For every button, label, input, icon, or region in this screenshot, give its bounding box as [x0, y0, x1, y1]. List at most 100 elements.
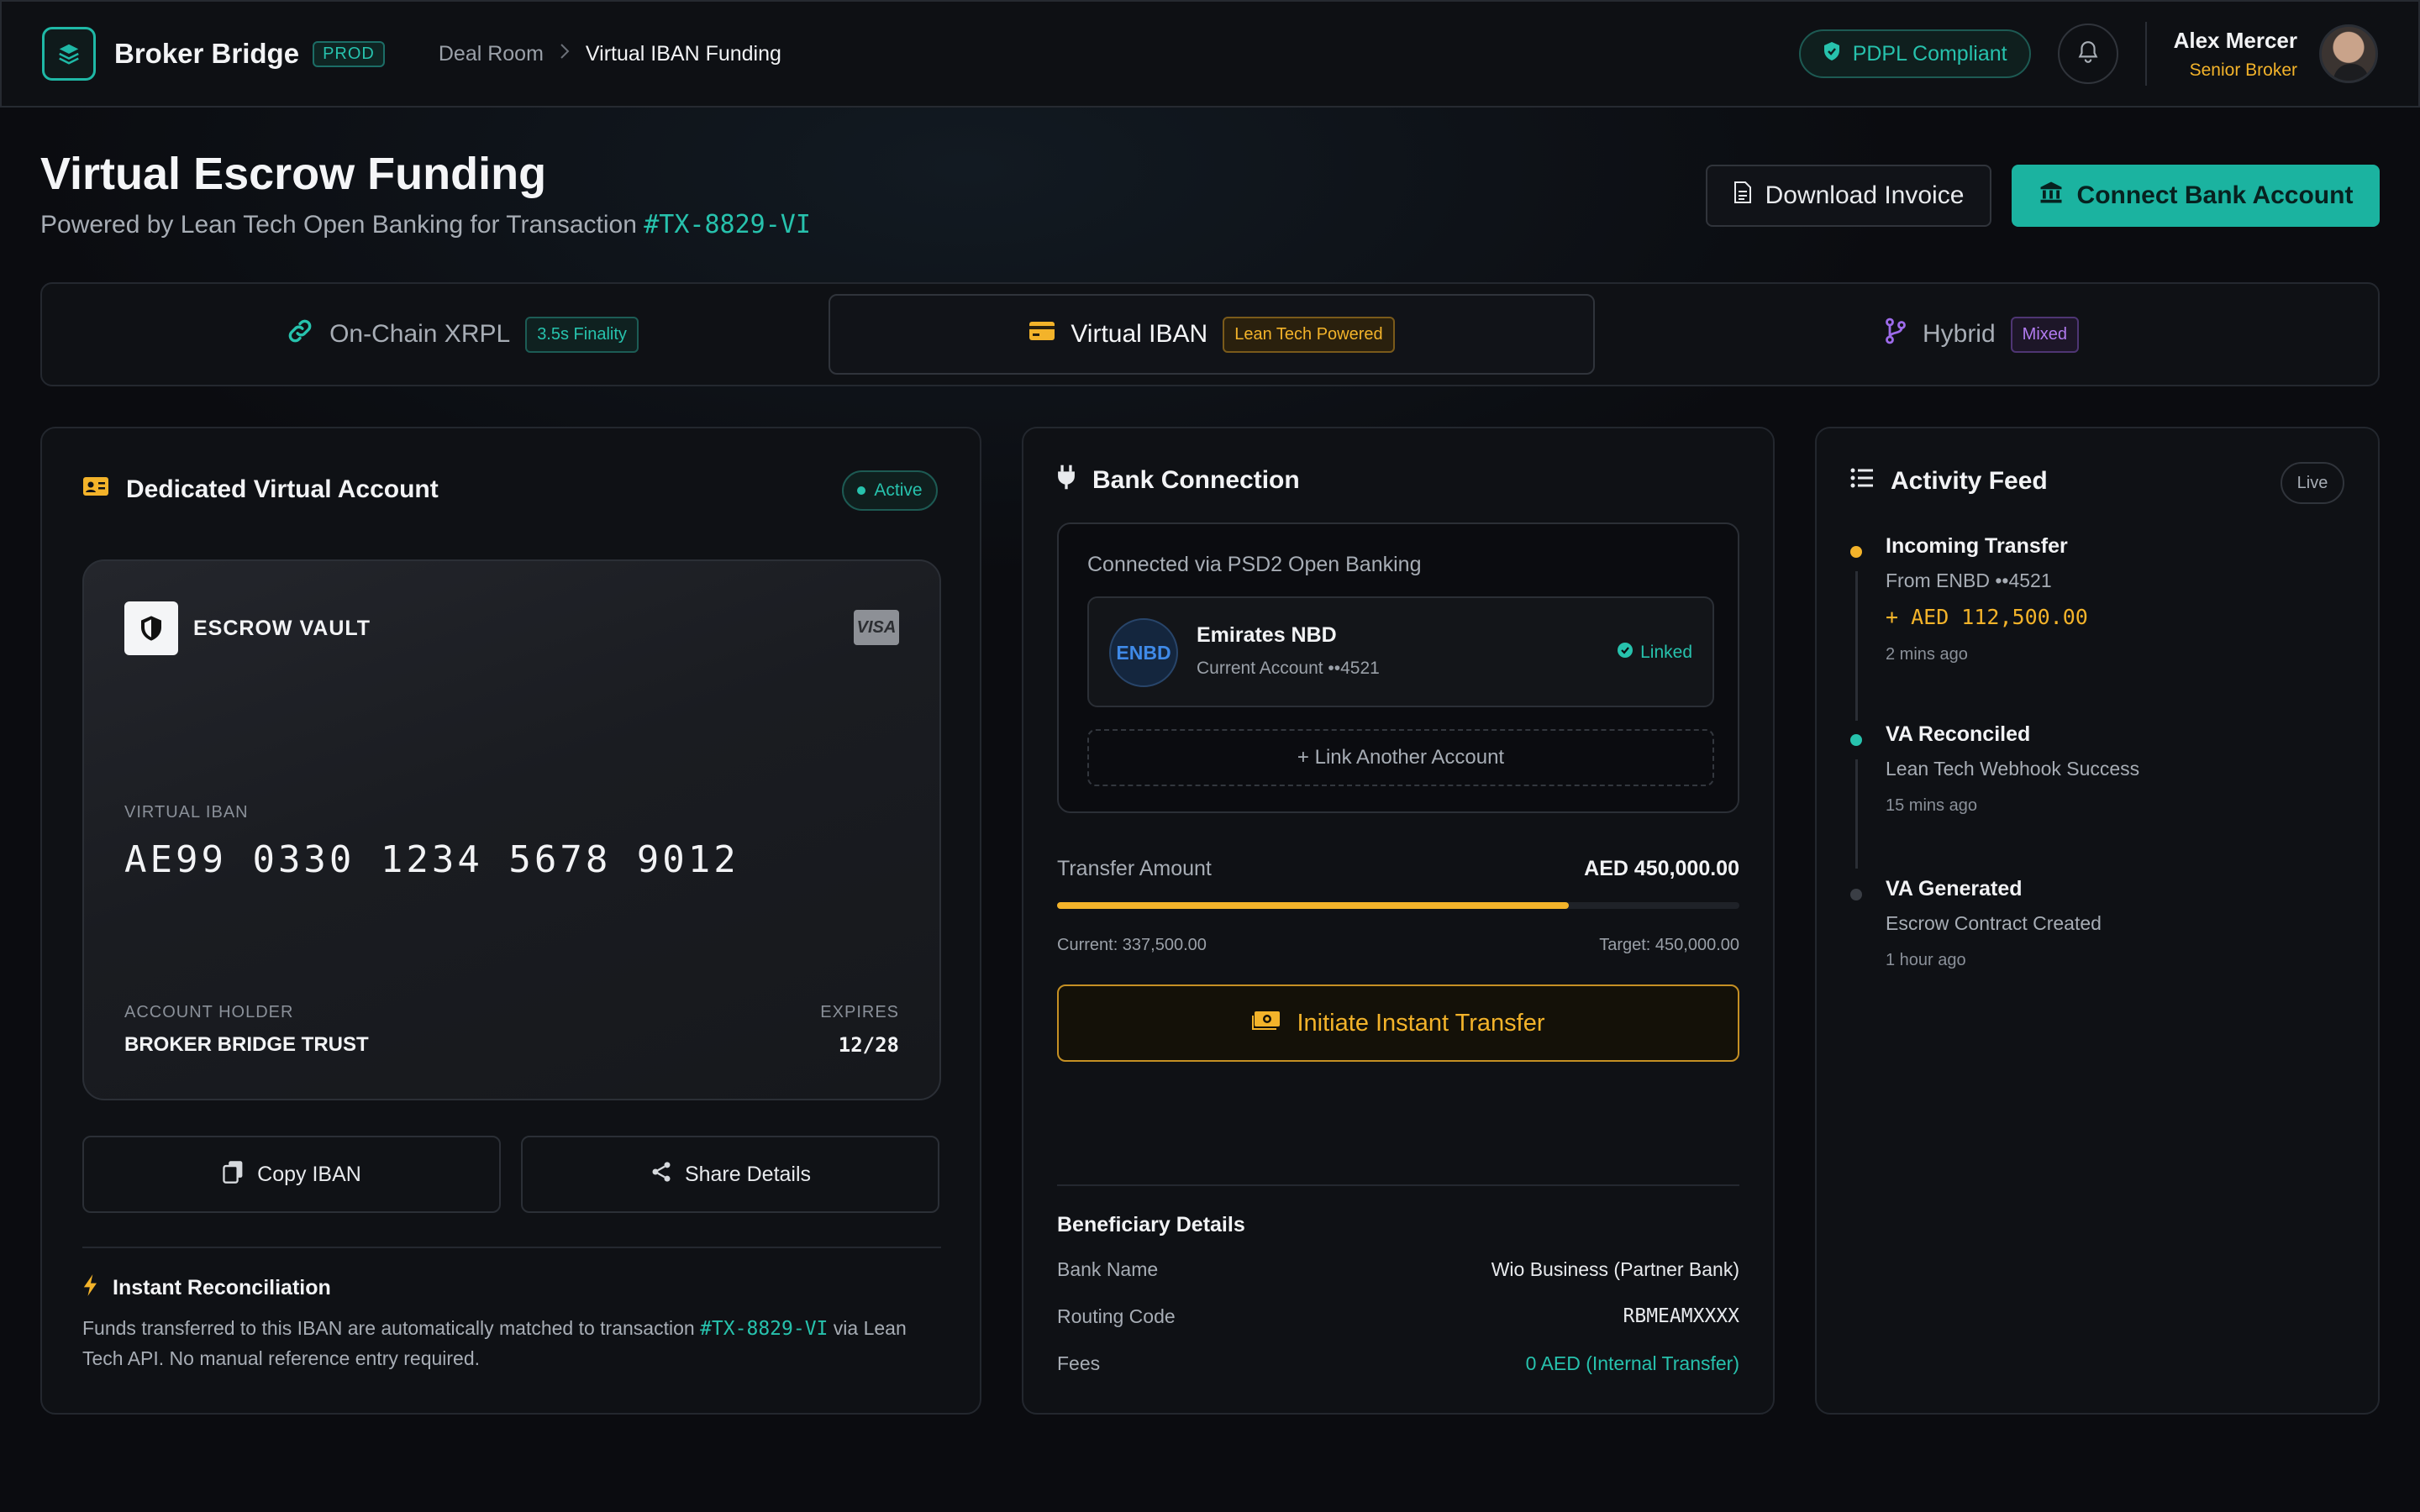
- bank-account: Current Account ••4521: [1197, 659, 1380, 678]
- activity-subtitle: Lean Tech Webhook Success: [1886, 758, 2140, 780]
- holder-label: ACCOUNT HOLDER: [124, 1003, 294, 1021]
- vault-name: ESCROW VAULT: [193, 617, 371, 640]
- download-invoice-label: Download Invoice: [1765, 181, 1965, 209]
- transfer-progress-bar: [1057, 902, 1739, 909]
- divider: [2144, 22, 2147, 86]
- status-dot: [857, 486, 866, 495]
- link-icon: [286, 317, 314, 352]
- list-icon: [1850, 467, 1874, 496]
- transfer-progress-fill: [1057, 902, 1569, 909]
- subtitle-text: Powered by Lean Tech Open Banking for Tr…: [40, 211, 637, 239]
- beneficiary-row-bank-name: Bank Name Wio Business (Partner Bank): [1057, 1258, 1739, 1281]
- shield-icon: [124, 601, 178, 655]
- beneficiary-value: 0 AED (Internal Transfer): [1525, 1352, 1739, 1374]
- reconciliation-title-text: Instant Reconciliation: [113, 1276, 331, 1299]
- iban-value[interactable]: AE99 0330 1234 5678 9012: [124, 838, 739, 881]
- connection-method: Connected via PSD2 Open Banking: [1087, 553, 1422, 576]
- initiate-transfer-button[interactable]: Initiate Instant Transfer: [1057, 984, 1739, 1062]
- breadcrumb-current: Virtual IBAN Funding: [585, 41, 781, 66]
- tab-label: Virtual IBAN: [1071, 320, 1208, 348]
- status-dot: [1850, 734, 1862, 746]
- breadcrumb-deal-room[interactable]: Deal Room: [439, 42, 544, 66]
- activity-amount: + AED 112,500.00: [1886, 605, 2088, 629]
- linked-status: Linked: [1617, 642, 1692, 664]
- connect-bank-account-button[interactable]: Connect Bank Account: [2012, 165, 2380, 227]
- linked-bank-row[interactable]: ENBD Emirates NBD Current Account ••4521…: [1087, 596, 1714, 707]
- activity-title: VA Reconciled: [1886, 722, 2031, 746]
- logo-icon[interactable]: [42, 27, 96, 81]
- env-badge: PROD: [313, 40, 385, 67]
- activity-feed-panel: Activity Feed Live Incoming Transfer Fro…: [1815, 427, 2380, 1415]
- share-details-label: Share Details: [684, 1162, 812, 1186]
- tab-label: Hybrid: [1922, 320, 1996, 348]
- tab-virtual-iban[interactable]: Virtual IBAN Lean Tech Powered: [829, 294, 1595, 375]
- copy-iban-button[interactable]: Copy IBAN: [82, 1136, 501, 1213]
- user-info[interactable]: Alex Mercer Senior Broker: [2174, 28, 2297, 81]
- bank-connection-panel: Bank Connection Connected via PSD2 Open …: [1022, 427, 1775, 1415]
- holder-value: BROKER BRIDGE TRUST: [124, 1033, 369, 1056]
- compliance-label: PDPL Compliant: [1852, 41, 2007, 66]
- shield-check-icon: [1823, 41, 1841, 67]
- copy-iban-label: Copy IBAN: [257, 1162, 361, 1186]
- status-badge: Active: [842, 470, 938, 511]
- reconciliation-body: Funds transferred to this IBAN are autom…: [82, 1314, 948, 1373]
- copy-icon: [222, 1159, 245, 1190]
- bank-logo: ENBD: [1109, 618, 1178, 687]
- linked-label: Linked: [1640, 643, 1692, 662]
- breadcrumb: Deal Room Virtual IBAN Funding: [439, 42, 781, 66]
- id-card-icon: [82, 475, 109, 504]
- status-dot: [1850, 546, 1862, 558]
- beneficiary-key: Bank Name: [1057, 1258, 1159, 1280]
- bank-name: Emirates NBD: [1197, 623, 1337, 647]
- top-bar: Broker Bridge PROD Deal Room Virtual IBA…: [0, 0, 2420, 108]
- activity-subtitle: From ENBD ••4521: [1886, 570, 2052, 591]
- transfer-target: Target: 450,000.00: [1599, 936, 1739, 954]
- connect-bank-label: Connect Bank Account: [2076, 181, 2354, 209]
- beneficiary-value[interactable]: RBMEAMXXXX: [1623, 1305, 1739, 1328]
- activity-time: 1 hour ago: [1886, 951, 1966, 969]
- expires-label: EXPIRES: [820, 1003, 899, 1021]
- plug-icon: [1057, 464, 1076, 497]
- card-icon: [1028, 320, 1055, 349]
- beneficiary-title: Beneficiary Details: [1057, 1213, 1245, 1236]
- notifications-button[interactable]: [2057, 24, 2118, 84]
- transaction-id: #TX-8829-VI: [644, 210, 811, 239]
- bank-connection-title: Bank Connection: [1092, 466, 1300, 494]
- brand-name[interactable]: Broker Bridge: [114, 38, 299, 70]
- download-invoice-button[interactable]: Download Invoice: [1706, 165, 1991, 227]
- compliance-badge: PDPL Compliant: [1798, 29, 2031, 78]
- connection-box: Connected via PSD2 Open Banking ENBD Emi…: [1057, 522, 1739, 813]
- activity-time: 2 mins ago: [1886, 645, 1968, 664]
- iban-label: VIRTUAL IBAN: [124, 803, 249, 822]
- reconciliation-title: Instant Reconciliation: [82, 1273, 331, 1303]
- transfer-current: Current: 337,500.00: [1057, 936, 1207, 954]
- expires-value: 12/28: [838, 1033, 899, 1057]
- user-role: Senior Broker: [2189, 60, 2297, 80]
- activity-feed-title: Activity Feed: [1891, 467, 2048, 495]
- transfer-amount-label: Transfer Amount: [1057, 857, 1212, 880]
- tab-hybrid[interactable]: Hybrid Mixed: [1595, 294, 2368, 375]
- reconciliation-text: Funds transferred to this IBAN are autom…: [82, 1317, 695, 1339]
- beneficiary-value: Wio Business (Partner Bank): [1491, 1258, 1739, 1280]
- page-title: Virtual Escrow Funding: [40, 149, 547, 199]
- funding-method-tabs: On-Chain XRPL 3.5s Finality Virtual IBAN…: [40, 282, 2380, 386]
- tab-badge: Mixed: [2010, 316, 2080, 353]
- tab-badge: Lean Tech Powered: [1223, 316, 1395, 353]
- user-name: Alex Mercer: [2173, 27, 2297, 53]
- reconciliation-tx: #TX-8829-VI: [700, 1318, 829, 1340]
- panel-title: Dedicated Virtual Account: [82, 475, 439, 504]
- document-icon: [1733, 181, 1752, 211]
- page-subtitle: Powered by Lean Tech Open Banking for Tr…: [40, 210, 811, 239]
- beneficiary-key: Fees: [1057, 1352, 1101, 1374]
- panel-title: Activity Feed: [1850, 467, 2048, 496]
- virtual-account-title: Dedicated Virtual Account: [126, 475, 439, 503]
- divider: [82, 1247, 941, 1248]
- activity-time: 15 mins ago: [1886, 796, 1977, 815]
- avatar[interactable]: [2319, 24, 2378, 83]
- chevron-right-icon: [559, 42, 571, 66]
- initiate-transfer-label: Initiate Instant Transfer: [1297, 1009, 1545, 1037]
- beneficiary-key: Routing Code: [1057, 1305, 1176, 1327]
- share-details-button[interactable]: Share Details: [521, 1136, 939, 1213]
- tab-on-chain-xrpl[interactable]: On-Chain XRPL 3.5s Finality: [76, 294, 849, 375]
- link-another-account-button[interactable]: + Link Another Account: [1087, 729, 1714, 786]
